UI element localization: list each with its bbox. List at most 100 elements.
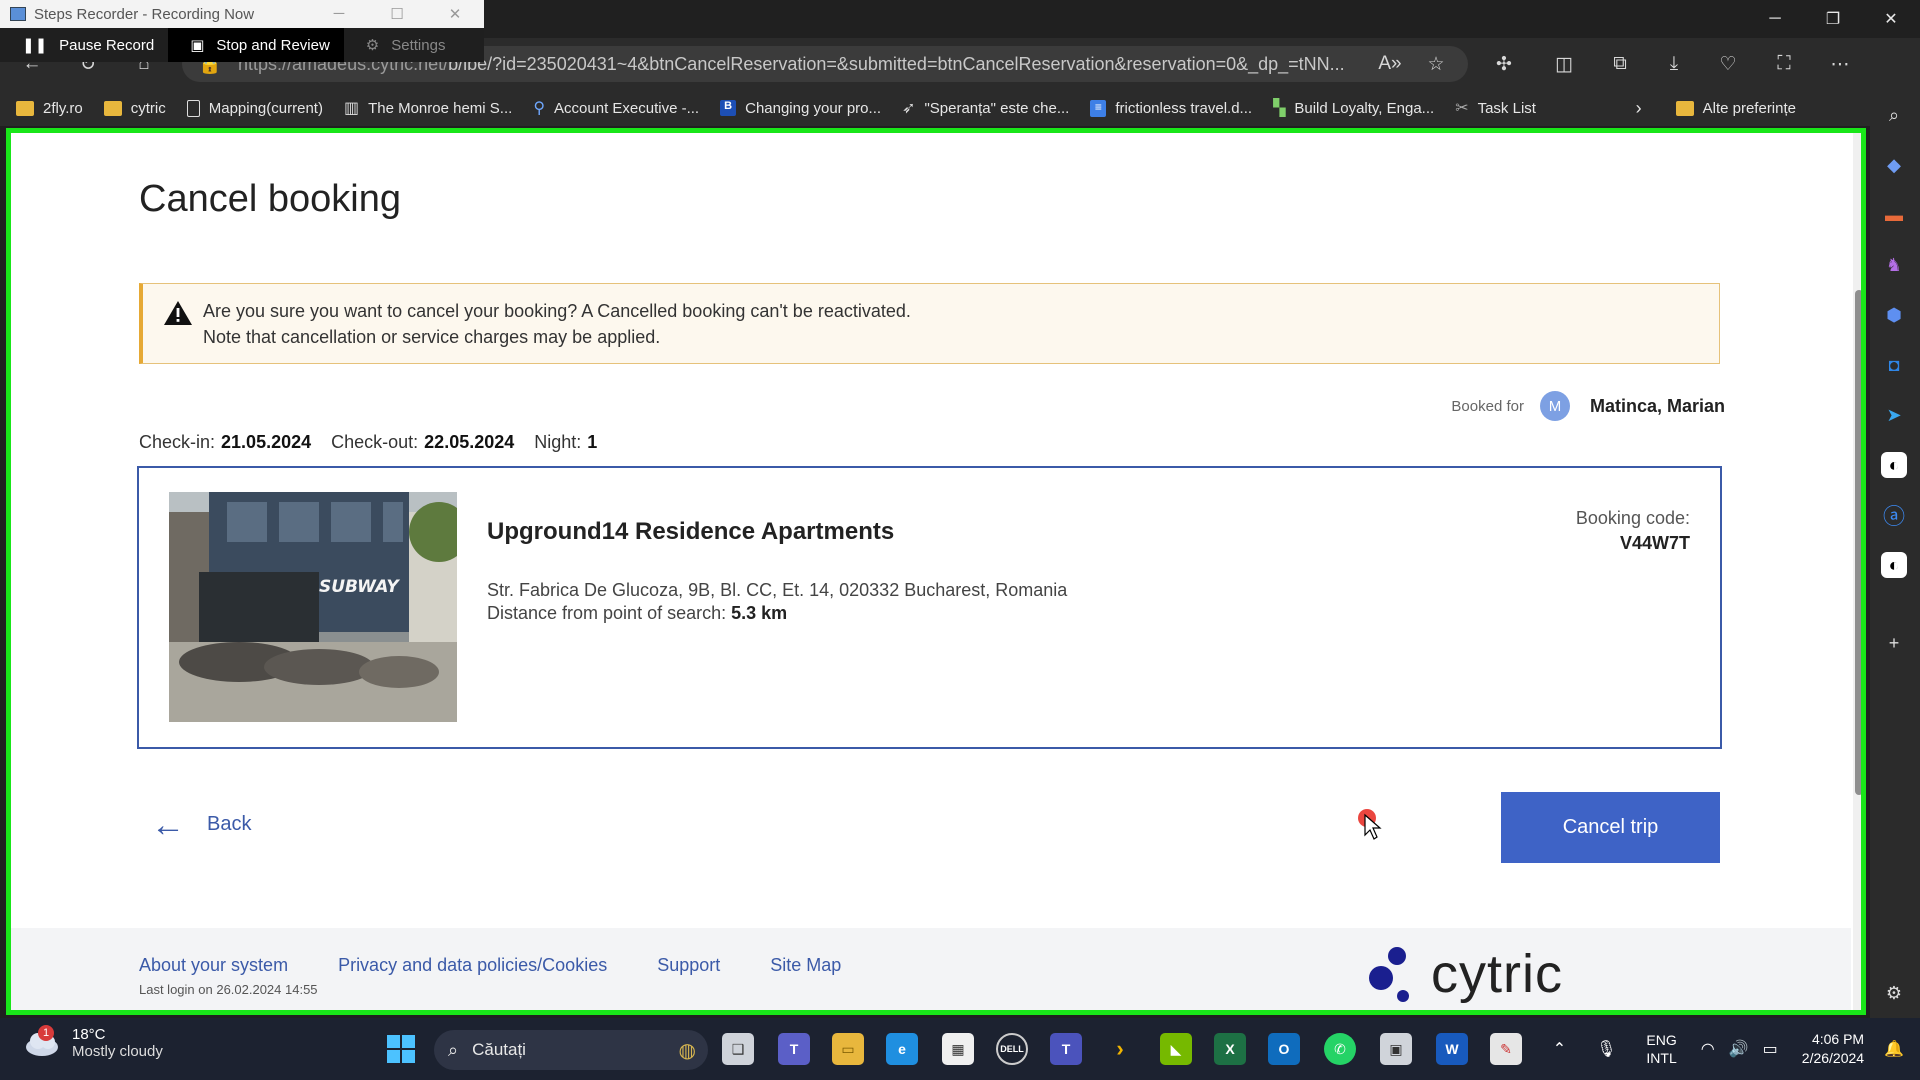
footer-links: About your system Privacy and data polic… xyxy=(139,955,891,976)
app-icon[interactable]: ◐ xyxy=(1881,452,1907,478)
volume-icon[interactable]: 🔊 xyxy=(1729,1039,1749,1059)
read-aloud-icon[interactable]: A» xyxy=(1372,46,1408,82)
outlook-icon[interactable]: O xyxy=(1268,1033,1300,1065)
weather-widget[interactable]: 1 18°C Mostly cloudy xyxy=(24,1025,163,1060)
sidebar-settings-icon[interactable]: ⚙ xyxy=(1881,980,1907,1006)
bookmark-item[interactable]: ➶ "Speranța" este che... xyxy=(902,98,1069,118)
chevron-right-icon[interactable]: › xyxy=(1636,98,1642,119)
send-icon[interactable]: ➤ xyxy=(1881,402,1907,428)
dell-icon[interactable]: DELL xyxy=(996,1033,1028,1065)
taskbar-search[interactable]: ⌕ Căutați ◍ xyxy=(434,1030,708,1070)
warning-banner: Are you sure you want to cancel your boo… xyxy=(139,283,1720,364)
hotel-distance: Distance from point of search: 5.3 km xyxy=(487,603,788,623)
search-icon[interactable]: ⌕ xyxy=(1881,102,1907,128)
browser-essentials-icon[interactable]: ♡ xyxy=(1710,46,1746,82)
teams-classic-icon[interactable]: T xyxy=(1050,1033,1082,1065)
remote-desktop-icon[interactable]: ▣ xyxy=(1380,1033,1412,1065)
add-icon[interactable]: + xyxy=(1881,630,1907,656)
chevron-up-icon[interactable]: ⌃ xyxy=(1553,1039,1566,1059)
checkin-value: 21.05.2024 xyxy=(221,432,312,452)
sr-maximize-icon[interactable]: ☐ xyxy=(368,5,426,23)
booking-code-label: Booking code: xyxy=(1575,508,1690,528)
copilot-app-icon[interactable]: ⬢ xyxy=(1881,302,1907,328)
footer-link-sitemap[interactable]: Site Map xyxy=(770,955,841,976)
night-value: 1 xyxy=(587,432,598,452)
wifi-icon[interactable]: ◠ xyxy=(1701,1039,1715,1059)
notification-bell-icon[interactable]: 🔔 xyxy=(1884,1039,1904,1059)
clock[interactable]: 4:06 PM 2/26/2024 xyxy=(1802,1030,1864,1068)
steps-recorder-window: Steps Recorder - Recording Now ─ ☐ ✕ ❚❚ … xyxy=(0,0,484,62)
file-explorer-icon[interactable]: ▭ xyxy=(832,1033,864,1065)
sr-close-icon[interactable]: ✕ xyxy=(426,5,484,23)
task-view-icon[interactable]: ❑ xyxy=(722,1033,754,1065)
building-icon: ▥ xyxy=(343,100,360,117)
store-icon[interactable]: ▦ xyxy=(942,1033,974,1065)
bookmark-item[interactable]: 2fly.ro xyxy=(16,100,83,117)
split-screen-icon[interactable]: ◫ xyxy=(1546,46,1582,82)
footer-link-about[interactable]: About your system xyxy=(139,955,288,976)
bookmark-item[interactable]: ≡ frictionless travel.d... xyxy=(1090,99,1252,117)
close-icon[interactable]: ✕ xyxy=(1862,0,1920,38)
amazon-icon[interactable]: ⓐ xyxy=(1881,502,1907,529)
booked-for-label: Booked for xyxy=(1451,397,1524,415)
steps-recorder-taskbar-icon[interactable]: ✎ xyxy=(1490,1033,1522,1065)
cancel-trip-button[interactable]: Cancel trip xyxy=(1501,792,1720,863)
steps-recorder-app-icon xyxy=(10,7,26,21)
battery-icon[interactable]: ▭ xyxy=(1763,1039,1778,1059)
hotel-photo: SUBWAY xyxy=(169,492,457,722)
nvidia-icon[interactable]: ◣ xyxy=(1160,1033,1192,1065)
minimize-icon[interactable]: ─ xyxy=(1746,0,1804,38)
bird-icon: ➶ xyxy=(902,100,916,117)
bookmark-item[interactable]: ▚ Build Loyalty, Enga... xyxy=(1273,98,1434,118)
language-indicator[interactable]: ENG INTL xyxy=(1646,1031,1676,1067)
screenshot-icon[interactable]: ⛶ xyxy=(1766,46,1802,82)
weather-badge: 1 xyxy=(38,1025,54,1041)
outlook-icon[interactable]: ◘ xyxy=(1881,352,1907,378)
plex-icon[interactable]: › xyxy=(1104,1033,1136,1065)
whatsapp-icon[interactable]: ✆ xyxy=(1324,1033,1356,1065)
back-link[interactable]: ← Back xyxy=(151,805,251,844)
distance-value: 5.3 km xyxy=(731,603,788,623)
booking-code-value: V44W7T xyxy=(1619,533,1690,553)
steps-recorder-title-bar: Steps Recorder - Recording Now ─ ☐ ✕ xyxy=(0,0,484,28)
more-menu-icon[interactable]: ⋯ xyxy=(1822,46,1858,82)
collections-icon[interactable]: ⧉ xyxy=(1602,46,1638,82)
arrow-left-icon: ← xyxy=(151,805,185,844)
bookmark-item[interactable]: ⚲ Account Executive -... xyxy=(533,98,699,118)
scrollbar-thumb[interactable] xyxy=(1855,290,1861,795)
bookmark-item[interactable]: B Changing your pro... xyxy=(720,100,881,117)
bookmark-item[interactable]: Mapping(current) xyxy=(186,99,323,117)
microphone-icon[interactable]: 🎙 xyxy=(1596,1039,1616,1059)
footer-link-privacy[interactable]: Privacy and data policies/Cookies xyxy=(338,955,607,976)
pause-record-button[interactable]: ❚❚ Pause Record xyxy=(0,28,168,62)
bookmark-item[interactable]: ▥ The Monroe hemi S... xyxy=(344,98,512,118)
footer-link-support[interactable]: Support xyxy=(657,955,720,976)
tag-icon[interactable]: ◆ xyxy=(1881,152,1907,178)
pause-icon: ❚❚ xyxy=(22,37,48,54)
chess-icon[interactable]: ♞ xyxy=(1881,252,1907,278)
teams-icon[interactable]: T xyxy=(778,1033,810,1065)
clock-date: 2/26/2024 xyxy=(1801,1050,1865,1066)
excel-icon[interactable]: X xyxy=(1214,1033,1246,1065)
word-icon[interactable]: W xyxy=(1436,1033,1468,1065)
download-icon[interactable]: ⤓ xyxy=(1656,46,1692,82)
windows-start-icon[interactable] xyxy=(385,1033,417,1065)
extensions-icon[interactable]: ✣ xyxy=(1486,46,1522,82)
stop-and-review-button[interactable]: ▣ Stop and Review xyxy=(168,28,344,62)
sr-minimize-icon[interactable]: ─ xyxy=(310,5,368,23)
bookmark-item[interactable]: cytric xyxy=(103,100,166,117)
restore-icon[interactable]: ❐ xyxy=(1804,0,1862,38)
settings-button[interactable]: ⚙ Settings xyxy=(344,28,460,62)
folder-icon xyxy=(103,100,122,116)
recording-highlight-frame: Cancel booking Are you sure you want to … xyxy=(6,128,1866,1015)
app-icon[interactable]: ◐ xyxy=(1881,552,1907,578)
window-controls: ─ ❐ ✕ xyxy=(1746,0,1920,38)
edge-icon[interactable]: e xyxy=(886,1033,918,1065)
page-scrollbar[interactable] xyxy=(1853,133,1861,1010)
toolbox-icon[interactable]: ▬ xyxy=(1881,202,1907,228)
bookmark-item[interactable]: ✂ Task List xyxy=(1455,98,1536,118)
other-bookmarks[interactable]: Alte preferințe xyxy=(1703,100,1796,117)
brand-name: cytric xyxy=(1431,944,1563,1004)
favorite-star-icon[interactable]: ☆ xyxy=(1418,46,1454,82)
temperature: 18°C xyxy=(72,1026,106,1043)
